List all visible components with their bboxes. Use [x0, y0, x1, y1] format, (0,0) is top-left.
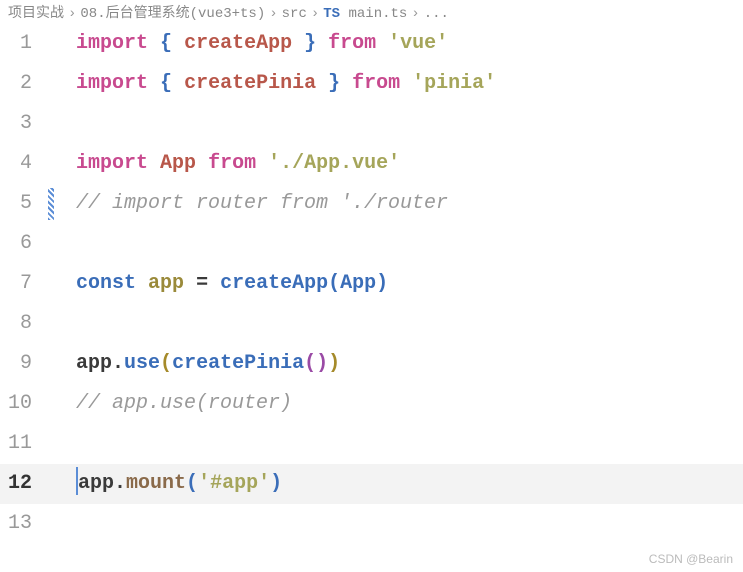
line-number: 1 [0, 24, 48, 64]
code-line[interactable]: 2 import { createPinia } from 'pinia' [0, 64, 743, 104]
line-number: 3 [0, 104, 48, 144]
line-content[interactable]: const app = createApp(App) [48, 264, 743, 304]
line-number: 13 [0, 504, 48, 544]
code-editor[interactable]: 1 import { createApp } from 'vue' 2 impo… [0, 24, 743, 544]
line-number: 11 [0, 424, 48, 464]
code-line-active[interactable]: 12 app.mount('#app') [0, 464, 743, 504]
line-number: 12 [0, 464, 48, 504]
code-line[interactable]: 6 [0, 224, 743, 264]
watermark: CSDN @Bearin [649, 552, 733, 566]
code-line[interactable]: 3 [0, 104, 743, 144]
breadcrumb-sep: › [68, 6, 76, 22]
line-number: 2 [0, 64, 48, 104]
line-content[interactable]: import App from './App.vue' [48, 144, 743, 184]
line-number: 6 [0, 224, 48, 264]
code-line[interactable]: 5 // import router from './router [0, 184, 743, 224]
breadcrumb-item[interactable]: 项目实战 [8, 6, 64, 22]
breadcrumb-item[interactable]: 08.后台管理系统(vue3+ts) [80, 6, 265, 22]
gutter-modified-icon [48, 188, 54, 220]
line-content[interactable]: app.use(createPinia()) [48, 344, 743, 384]
line-number: 5 [0, 184, 48, 224]
line-number: 9 [0, 344, 48, 384]
code-line[interactable]: 11 [0, 424, 743, 464]
breadcrumb-file-icon: TS [323, 6, 340, 22]
code-line[interactable]: 13 [0, 504, 743, 544]
code-line[interactable]: 8 [0, 304, 743, 344]
breadcrumb[interactable]: 项目实战›08.后台管理系统(vue3+ts)›src›TS main.ts›.… [0, 0, 743, 24]
code-line[interactable]: 1 import { createApp } from 'vue' [0, 24, 743, 64]
code-line[interactable]: 7 const app = createApp(App) [0, 264, 743, 304]
code-line[interactable]: 4 import App from './App.vue' [0, 144, 743, 184]
line-content[interactable]: import { createPinia } from 'pinia' [48, 64, 743, 104]
code-line[interactable]: 9 app.use(createPinia()) [0, 344, 743, 384]
breadcrumb-sep: › [269, 6, 277, 22]
line-content[interactable]: import { createApp } from 'vue' [48, 24, 743, 64]
breadcrumb-more[interactable]: ... [424, 6, 449, 22]
line-number: 8 [0, 304, 48, 344]
breadcrumb-sep: › [411, 6, 419, 22]
line-number: 7 [0, 264, 48, 304]
line-content[interactable]: // import router from './router [48, 184, 743, 224]
line-content[interactable]: app.mount('#app') [48, 464, 743, 504]
line-content[interactable]: // app.use(router) [48, 384, 743, 424]
breadcrumb-item[interactable]: src [282, 6, 307, 22]
code-line[interactable]: 10 // app.use(router) [0, 384, 743, 424]
line-number: 10 [0, 384, 48, 424]
breadcrumb-sep: › [311, 6, 319, 22]
breadcrumb-item[interactable]: main.ts [348, 6, 407, 22]
line-number: 4 [0, 144, 48, 184]
